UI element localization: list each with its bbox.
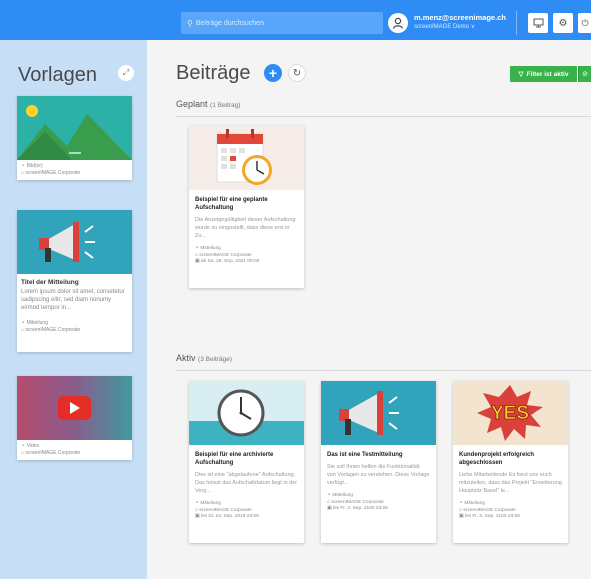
video-thumbnail bbox=[17, 376, 132, 440]
search-icon: ⚲ bbox=[187, 18, 193, 28]
section-count: (1 Beitrag) bbox=[210, 102, 241, 109]
section-divider bbox=[176, 370, 591, 371]
home-icon: ⌂ bbox=[327, 499, 330, 505]
calendar-thumbnail bbox=[189, 126, 304, 190]
home-icon: ⌂ bbox=[195, 252, 198, 258]
template-type: ⚬ Bild(er) bbox=[21, 163, 43, 169]
template-card-image[interactable]: ⚬ Bild(er) ⌂ screenIMAGE Corporate bbox=[17, 96, 132, 180]
home-icon: ⌂ bbox=[21, 450, 25, 456]
user-email: m.menz@screenimage.ch bbox=[414, 13, 506, 22]
post-title: Beispiel für eine archivierte Aufschaltu… bbox=[195, 452, 274, 466]
post-text: Sie soll Ihnen helfen die Funktionalität… bbox=[327, 464, 430, 486]
settings-button[interactable]: ⚙ bbox=[553, 13, 573, 33]
post-card[interactable]: Beispiel für eine archivierte Aufschaltu… bbox=[189, 381, 304, 543]
avatar[interactable] bbox=[388, 13, 408, 33]
user-menu[interactable]: m.menz@screenimage.ch screenIMAGE Demo ∨ bbox=[414, 13, 506, 32]
section-count: (3 Beiträge) bbox=[198, 356, 232, 363]
post-card[interactable]: Das ist eine Testmitteilung Sie soll Ihn… bbox=[321, 381, 436, 543]
refresh-button[interactable]: ↻ bbox=[288, 64, 306, 82]
template-org: ⌂ screenIMAGE Corporate bbox=[21, 327, 81, 333]
filter-icon: ▽ bbox=[518, 71, 524, 78]
post-date: ▣ bis Fr. 3. Sep. 2100 23:59 bbox=[459, 514, 520, 519]
tag-icon: ⚬ bbox=[195, 501, 200, 506]
post-card[interactable]: YES Kundenprojekt erfolgreich abgeschlos… bbox=[453, 381, 568, 543]
page-title: Beiträge bbox=[176, 62, 251, 84]
megaphone-thumbnail bbox=[321, 381, 436, 445]
section-planned: Geplant (1 Beitrag) bbox=[176, 99, 240, 109]
user-org: screenIMAGE Demo ∨ bbox=[414, 24, 476, 30]
post-date: ▣ bis Fr. 3. Sep. 2100 23:59 bbox=[327, 506, 388, 511]
clock-thumbnail bbox=[189, 381, 304, 445]
monitor-icon: ▣ bbox=[195, 259, 200, 264]
monitor-icon: ▣ bbox=[459, 514, 464, 519]
add-post-button[interactable]: + bbox=[264, 64, 282, 82]
template-org: ⌂ screenIMAGE Corporate bbox=[21, 450, 81, 456]
filter-button[interactable]: ▽ Filter ist aktiv bbox=[510, 66, 577, 82]
monitor-icon bbox=[533, 18, 543, 28]
post-title: Kundenprojekt erfolgreich abgeschlossen bbox=[459, 452, 535, 466]
monitor-icon: ▣ bbox=[327, 506, 332, 511]
power-icon: ⏻ bbox=[581, 17, 589, 28]
toolbar-divider bbox=[516, 11, 517, 35]
template-title: Titel der Mitteilung bbox=[21, 279, 79, 286]
refresh-icon: ↻ bbox=[292, 67, 302, 79]
templates-sidebar: Vorlagen ⤢ ⚬ Bild(er) ⌂ screenIMAGE Corp… bbox=[0, 40, 147, 579]
reset-icon: ⊘ bbox=[582, 71, 588, 78]
expand-button[interactable]: ⤢ bbox=[118, 65, 134, 81]
home-icon: ⌂ bbox=[195, 507, 198, 513]
expand-icon: ⤢ bbox=[122, 68, 130, 77]
post-card[interactable]: Beispiel für eine geplante Aufschaltung … bbox=[189, 126, 304, 288]
section-divider bbox=[176, 116, 591, 117]
tag-icon: ⚬ bbox=[21, 443, 26, 449]
user-icon bbox=[392, 17, 404, 29]
section-label: Aktiv bbox=[176, 353, 196, 363]
post-title: Das ist eine Testmitteilung bbox=[327, 452, 403, 458]
sidebar-title: Vorlagen bbox=[18, 64, 97, 86]
search-input[interactable]: ⚲ Beiträge durchsuchen bbox=[181, 12, 383, 34]
template-type: ⚬ Video bbox=[21, 443, 40, 449]
search-placeholder: Beiträge durchsuchen bbox=[195, 19, 264, 27]
template-text: Lorem ipsum dolor sit amet, consetetur s… bbox=[21, 289, 125, 311]
template-type: ⚬ Mitteilung bbox=[21, 320, 48, 326]
tag-icon: ⚬ bbox=[21, 163, 26, 169]
post-text: Die Anzeigegültigkeit dieser Aufschaltun… bbox=[195, 217, 296, 239]
yes-label: YES bbox=[491, 403, 529, 424]
post-text: Liebe Mitarbeitende Es freut uns euch mi… bbox=[459, 472, 562, 494]
megaphone-thumbnail bbox=[17, 210, 132, 274]
display-button[interactable] bbox=[528, 13, 548, 33]
filter-label: Filter ist aktiv bbox=[526, 70, 569, 78]
post-title: Beispiel für eine geplante Aufschaltung bbox=[195, 197, 268, 211]
post-date: ▣ bis Di. 24. Sep. 2019 23:59 bbox=[195, 514, 259, 519]
section-active: Aktiv (3 Beiträge) bbox=[176, 353, 232, 363]
yes-thumbnail: YES bbox=[453, 381, 568, 445]
monitor-icon: ▣ bbox=[195, 514, 200, 519]
tag-icon: ⚬ bbox=[21, 320, 26, 326]
top-bar: ⚲ Beiträge durchsuchen m.menz@screenimag… bbox=[0, 0, 591, 40]
section-label: Geplant bbox=[176, 99, 208, 109]
logout-button[interactable]: ⏻ bbox=[578, 13, 591, 33]
tag-icon: ⚬ bbox=[195, 246, 200, 251]
post-text: Dies ist eine "abgelaufene" Aufschaltung… bbox=[195, 472, 298, 494]
post-date: ▣ ab Sa. 25. Sep. 2021 00:00 bbox=[195, 259, 260, 264]
home-icon: ⌂ bbox=[21, 170, 25, 176]
tag-icon: ⚬ bbox=[327, 493, 332, 498]
tag-icon: ⚬ bbox=[459, 501, 464, 506]
template-card-video[interactable]: ⚬ Video ⌂ screenIMAGE Corporate bbox=[17, 376, 132, 460]
filter-reset-button[interactable]: ⊘ bbox=[578, 66, 591, 82]
home-icon: ⌂ bbox=[21, 327, 25, 333]
gear-icon: ⚙ bbox=[558, 17, 568, 29]
image-thumbnail bbox=[17, 96, 132, 160]
plus-icon: + bbox=[268, 65, 278, 81]
template-card-announcement[interactable]: Titel der Mitteilung Lorem ipsum dolor s… bbox=[17, 210, 132, 352]
template-org: ⌂ screenIMAGE Corporate bbox=[21, 170, 81, 176]
home-icon: ⌂ bbox=[459, 507, 462, 513]
